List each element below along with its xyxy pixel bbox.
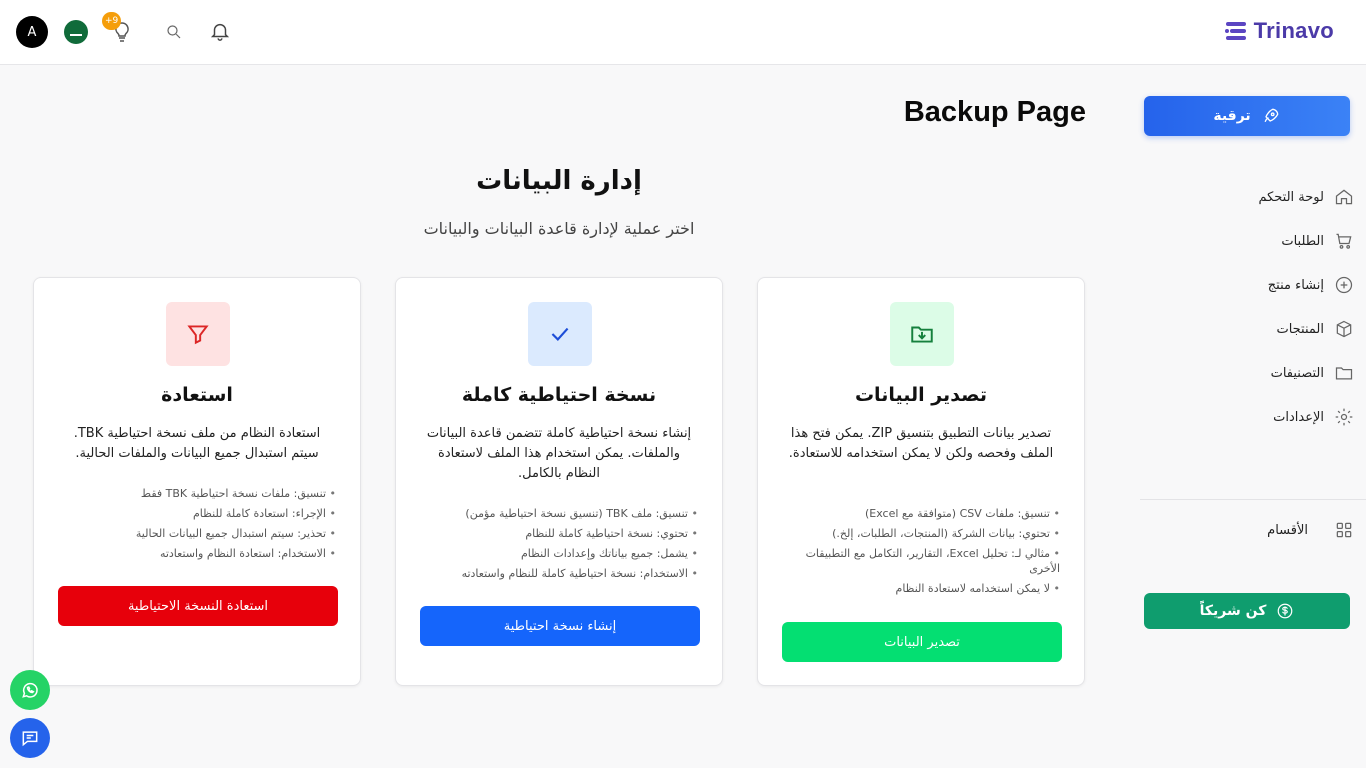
home-icon (1335, 189, 1353, 205)
plus-circle-icon (1335, 276, 1353, 294)
whatsapp-button[interactable] (10, 670, 50, 710)
sidebar-item-create-product[interactable]: إنشاء منتج (1130, 273, 1366, 297)
logo-text: Trinavo (1253, 18, 1334, 43)
box-icon (1336, 320, 1352, 338)
card-bullet: مثالي لـ: تحليل Excel، التقارير، التكامل… (794, 544, 1060, 579)
card-bullet: تنسيق: ملفات CSV (متوافقة مع Excel) (794, 504, 1060, 524)
sidebar-item-label: الإعدادات (1273, 409, 1324, 425)
folder-icon (1335, 367, 1353, 380)
card-bullet-list: تنسيق: ملف TBK (تنسيق نسخة احتياطية مؤمن… (432, 504, 698, 584)
sidebar-item-label: الأقسام (1267, 522, 1308, 538)
bell-icon[interactable] (209, 20, 231, 42)
card-bullet: يشمل: جميع بياناتك وإعدادات النظام (432, 544, 698, 564)
card-bullet: تحتوي: بيانات الشركة (المنتجات، الطلبات،… (794, 524, 1060, 544)
notification-badge: +9 (102, 12, 122, 30)
card-description: إنشاء نسخة احتياطية كاملة تتضمن قاعدة ال… (426, 426, 692, 481)
sidebar: ترقية لوحة التحكم الطلبات إنشاء منتج الم… (1130, 65, 1366, 768)
card-bullet: تنسيق: ملفات نسخة احتياطية TBK فقط (70, 484, 336, 504)
backup-icon-box (528, 302, 592, 366)
restore-backup-button[interactable]: استعادة النسخة الاحتياطية (58, 586, 338, 626)
gear-icon (1335, 408, 1353, 426)
export-data-card: تصدير البيانات تصدير بيانات التطبيق بتنس… (757, 277, 1085, 686)
card-title: استعادة (161, 384, 233, 406)
sidebar-item-label: لوحة التحكم (1258, 189, 1324, 205)
trinavo-logo-icon (1224, 22, 1246, 40)
main-heading: إدارة البيانات (476, 166, 642, 196)
sidebar-item-label: الطلبات (1281, 233, 1324, 249)
card-title: تصدير البيانات (854, 384, 988, 406)
sidebar-item-settings[interactable]: الإعدادات (1130, 405, 1366, 429)
export-data-button[interactable]: تصدير البيانات (782, 622, 1062, 662)
card-bullet-list: تنسيق: ملفات CSV (متوافقة مع Excel) تحتو… (794, 504, 1060, 599)
filter-icon (187, 325, 209, 345)
card-description: تصدير بيانات التطبيق بتنسيق ZIP. يمكن فت… (788, 426, 1054, 461)
card-bullet: الإجراء: استعادة كاملة للنظام (70, 504, 336, 524)
sidebar-item-dashboard[interactable]: لوحة التحكم (1130, 185, 1366, 209)
chat-icon (22, 731, 38, 747)
avatar[interactable]: A (16, 16, 48, 48)
search-icon[interactable] (165, 23, 183, 41)
card-bullet: الاستخدام: نسخة احتياطية كاملة للنظام وا… (432, 564, 698, 584)
become-partner-button[interactable]: كن شريكاً (1144, 593, 1350, 629)
rocket-icon (1264, 108, 1279, 123)
card-bullet: تحتوي: نسخة احتياطية كاملة للنظام (432, 524, 698, 544)
main-subheading: اختر عملية لإدارة قاعدة البيانات والبيان… (423, 219, 695, 238)
card-bullet: تحذير: سيتم استبدال جميع البيانات الحالي… (70, 524, 336, 544)
card-description: استعادة النظام من ملف نسخة احتياطية TBK.… (73, 426, 321, 461)
card-bullet: الاستخدام: استعادة النظام واستعادته (70, 544, 336, 564)
card-bullet: لا يمكن استخدامه لاستعادة النظام (794, 579, 1060, 599)
top-bar: A +9 Trinavo (0, 0, 1366, 65)
upgrade-button[interactable]: ترقية (1144, 96, 1350, 136)
saudi-flag-icon[interactable] (64, 20, 88, 44)
sidebar-divider (1140, 499, 1366, 500)
upgrade-label: ترقية (1213, 108, 1251, 124)
card-bullet-list: تنسيق: ملفات نسخة احتياطية TBK فقط الإجر… (70, 484, 336, 564)
partner-label: كن شريكاً (1199, 603, 1267, 619)
dollar-circle-icon (1278, 603, 1293, 619)
page-title: Backup Page (903, 96, 1086, 128)
sidebar-item-label: المنتجات (1276, 321, 1324, 337)
cart-icon (1336, 233, 1352, 249)
check-icon (551, 327, 569, 341)
full-backup-card: نسخة احتياطية كاملة إنشاء نسخة احتياطية … (395, 277, 723, 686)
whatsapp-icon (22, 682, 38, 698)
sidebar-item-label: التصنيفات (1270, 365, 1324, 381)
card-title: نسخة احتياطية كاملة (461, 384, 657, 406)
export-icon-box (890, 302, 954, 366)
create-backup-button[interactable]: إنشاء نسخة احتياطية (420, 606, 700, 646)
sidebar-item-categories[interactable]: التصنيفات (1130, 361, 1366, 385)
folder-download-icon (911, 326, 933, 343)
sidebar-item-label: إنشاء منتج (1267, 277, 1324, 293)
sidebar-item-products[interactable]: المنتجات (1130, 317, 1366, 341)
sidebar-item-orders[interactable]: الطلبات (1130, 229, 1366, 253)
grid-icon (1336, 522, 1352, 538)
card-bullet: تنسيق: ملف TBK (تنسيق نسخة احتياطية مؤمن… (432, 504, 698, 524)
logo[interactable]: Trinavo (1224, 18, 1334, 44)
restore-card: استعادة استعادة النظام من ملف نسخة احتيا… (33, 277, 361, 686)
restore-icon-box (166, 302, 230, 366)
sidebar-item-sections[interactable]: الأقسام (1130, 518, 1366, 542)
chat-button[interactable] (10, 718, 50, 758)
